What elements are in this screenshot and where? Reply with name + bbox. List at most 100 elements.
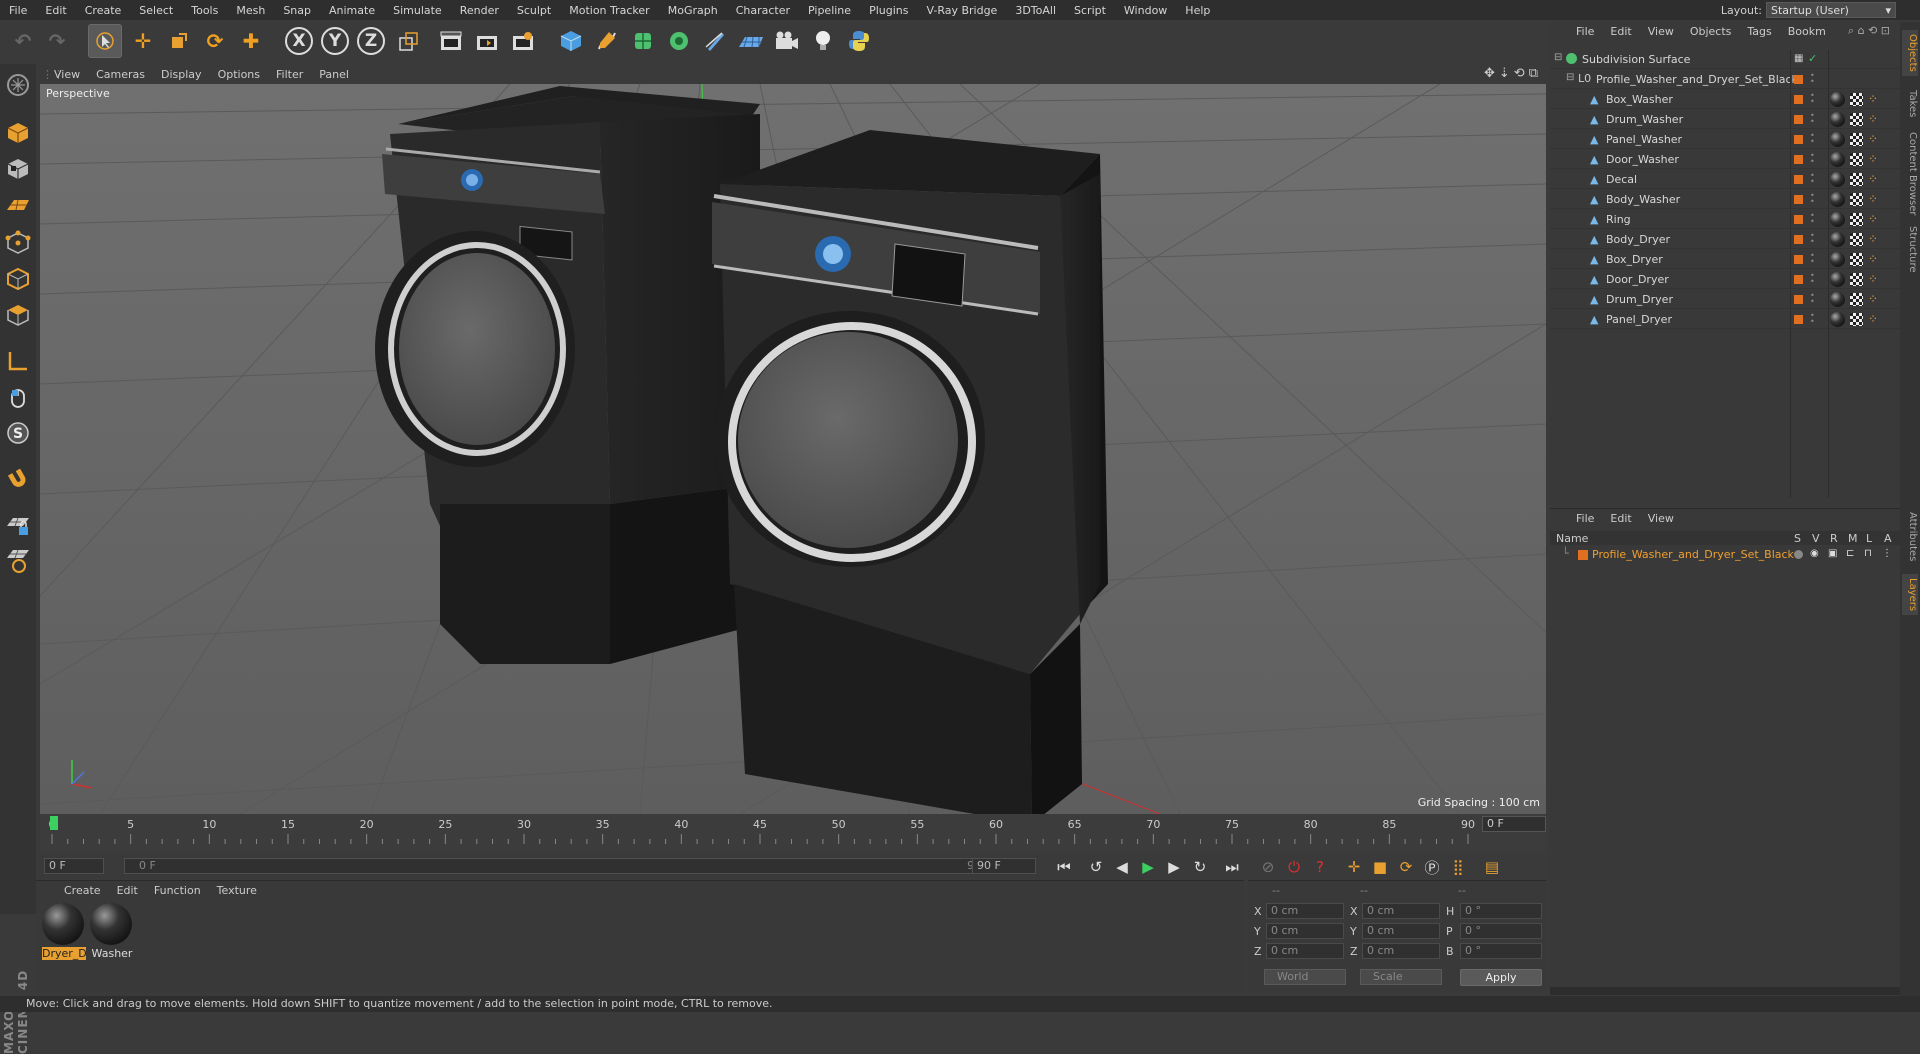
viewport-menu-options[interactable]: Options [210,68,268,81]
menu-motion-tracker[interactable]: Motion Tracker [560,4,658,17]
axis-mode-icon[interactable] [3,346,33,376]
layer-color-swatch[interactable] [1794,155,1803,164]
current-frame-field[interactable]: 0 F [1482,816,1546,832]
texture-tag-icon[interactable] [1850,113,1863,126]
undo-icon[interactable]: ↶ [6,24,40,58]
material-tag-icon[interactable] [1830,172,1845,187]
layer-color-swatch[interactable] [1578,550,1588,560]
texture-tag-icon[interactable] [1850,313,1863,326]
visibility-dots-icon[interactable]: • • [1810,152,1815,166]
texture-tag-icon[interactable] [1850,173,1863,186]
menu-snap[interactable]: Snap [274,4,320,17]
end-frame-field[interactable]: 90 F [972,858,1036,874]
layer-color-swatch[interactable] [1794,235,1803,244]
menu-help[interactable]: Help [1176,4,1219,17]
timeline-ruler[interactable]: 051015202530354045505560657075808590 0 F [40,814,1546,852]
layer-color-swatch[interactable] [1794,115,1803,124]
menu-tools[interactable]: Tools [182,4,227,17]
objects-menu-bookmarks[interactable]: Bookm [1780,25,1834,38]
select-arrow-icon[interactable] [88,24,122,58]
layer-color-swatch[interactable] [1794,315,1803,324]
goto-start-icon[interactable]: ⏮ [1052,856,1076,878]
visibility-dots-icon[interactable]: • • [1810,252,1815,266]
material-menu-edit[interactable]: Edit [109,884,146,897]
selection-tag-icon[interactable]: ⁘ [1868,132,1878,146]
menu-render[interactable]: Render [451,4,508,17]
record-keys-icon[interactable]: ⊘ [1256,856,1280,878]
visibility-dots-icon[interactable]: • • [1810,192,1815,206]
timeline-window-icon[interactable]: ▤ [1480,856,1504,878]
tab-content-browser[interactable]: Content Browser [1902,128,1918,219]
key-position-icon[interactable]: ✛ [1342,856,1366,878]
key-pla-icon[interactable]: ⣿ [1446,856,1470,878]
menu-create[interactable]: Create [76,4,131,17]
selection-tag-icon[interactable]: ⁘ [1868,272,1878,286]
menu-pipeline[interactable]: Pipeline [799,4,860,17]
previous-frame-icon[interactable]: ◀ [1110,856,1134,878]
lock-workplane-icon[interactable] [3,510,33,540]
eye-icon[interactable]: ◉ [1810,548,1819,559]
subdivision-surface-icon[interactable] [626,24,660,58]
viewport-menu-panel[interactable]: Panel [311,68,357,81]
object-row[interactable]: ▲ Ring • • ⁘ [1550,210,1900,229]
goto-end-icon[interactable]: ⏭ [1220,856,1244,878]
selection-tag-icon[interactable]: ⁘ [1868,252,1878,266]
material-tag-icon[interactable] [1830,252,1845,267]
expand-icon[interactable]: ⊟ [1566,72,1574,83]
texture-tag-icon[interactable] [1850,193,1863,206]
texture-tag-icon[interactable] [1850,213,1863,226]
tab-objects[interactable]: Objects [1902,30,1918,76]
menu-plugins[interactable]: Plugins [860,4,917,17]
object-row[interactable]: ▲ Panel_Washer • • ⁘ [1550,130,1900,149]
visibility-dots-icon[interactable]: • • [1810,272,1815,286]
size-z-field[interactable]: 0 cm [1362,943,1440,959]
menu-edit[interactable]: Edit [36,4,75,17]
previous-keyframe-icon[interactable]: ↺ [1084,856,1108,878]
size-mode-dropdown[interactable]: Scale [1360,969,1442,985]
layers-menu-file[interactable]: File [1568,512,1602,525]
texture-tag-icon[interactable] [1850,133,1863,146]
menu-vray-bridge[interactable]: V-Ray Bridge [917,4,1006,17]
scale-icon[interactable] [162,24,196,58]
material-tag-icon[interactable] [1830,232,1845,247]
perspective-viewport[interactable]: Perspective Grid Spacing : 100 cm [40,84,1546,814]
material-menu-function[interactable]: Function [146,884,209,897]
size-x-field[interactable]: 0 cm [1362,903,1440,919]
menu-animate[interactable]: Animate [320,4,384,17]
material-menu-texture[interactable]: Texture [209,884,265,897]
play-icon[interactable]: ▶ [1136,856,1160,878]
menu-select[interactable]: Select [130,4,182,17]
texture-tag-icon[interactable] [1850,293,1863,306]
render-toggle-icon[interactable]: ▣ [1828,548,1837,559]
camera-icon[interactable] [770,24,804,58]
menu-window[interactable]: Window [1115,4,1176,17]
material-swatch[interactable]: Washer [90,903,134,961]
animation-toggle-icon[interactable]: ⋮ [1882,548,1892,559]
layer-color-swatch[interactable] [1794,255,1803,264]
expand-icon[interactable]: ⊟ [1554,52,1562,63]
object-row[interactable]: ▲ Body_Dryer • • ⁘ [1550,230,1900,249]
visibility-dots-icon[interactable]: • • [1810,212,1815,226]
pan-view-icon[interactable]: ✥ [1484,66,1495,81]
visibility-dots-icon[interactable]: • • [1810,312,1815,326]
selection-tag-icon[interactable]: ⁘ [1868,152,1878,166]
model-mode-icon[interactable] [3,118,33,148]
material-tag-icon[interactable] [1830,212,1845,227]
viewport-menu-display[interactable]: Display [153,68,210,81]
rotation-p-field[interactable]: 0 ° [1460,923,1542,939]
render-picture-viewer-icon[interactable] [470,24,504,58]
material-tag-icon[interactable] [1830,272,1845,287]
visibility-dots-icon[interactable]: • • [1810,292,1815,306]
layer-color-swatch[interactable] [1794,195,1803,204]
menu-character[interactable]: Character [727,4,799,17]
texture-tag-icon[interactable] [1850,153,1863,166]
key-rotation-icon[interactable]: ⟳ [1394,856,1418,878]
viewport-menu-filter[interactable]: Filter [268,68,311,81]
polygons-mode-icon[interactable] [3,300,33,330]
enabled-check-icon[interactable]: ✓ [1808,52,1817,65]
selection-tag-icon[interactable]: ⁘ [1868,232,1878,246]
autokey-icon[interactable]: ⏻ [1282,856,1306,878]
menu-3dtoall[interactable]: 3DToAll [1006,4,1065,17]
selection-tag-icon[interactable]: ⁘ [1868,312,1878,326]
lock-icon[interactable]: ⊓ [1864,548,1872,559]
